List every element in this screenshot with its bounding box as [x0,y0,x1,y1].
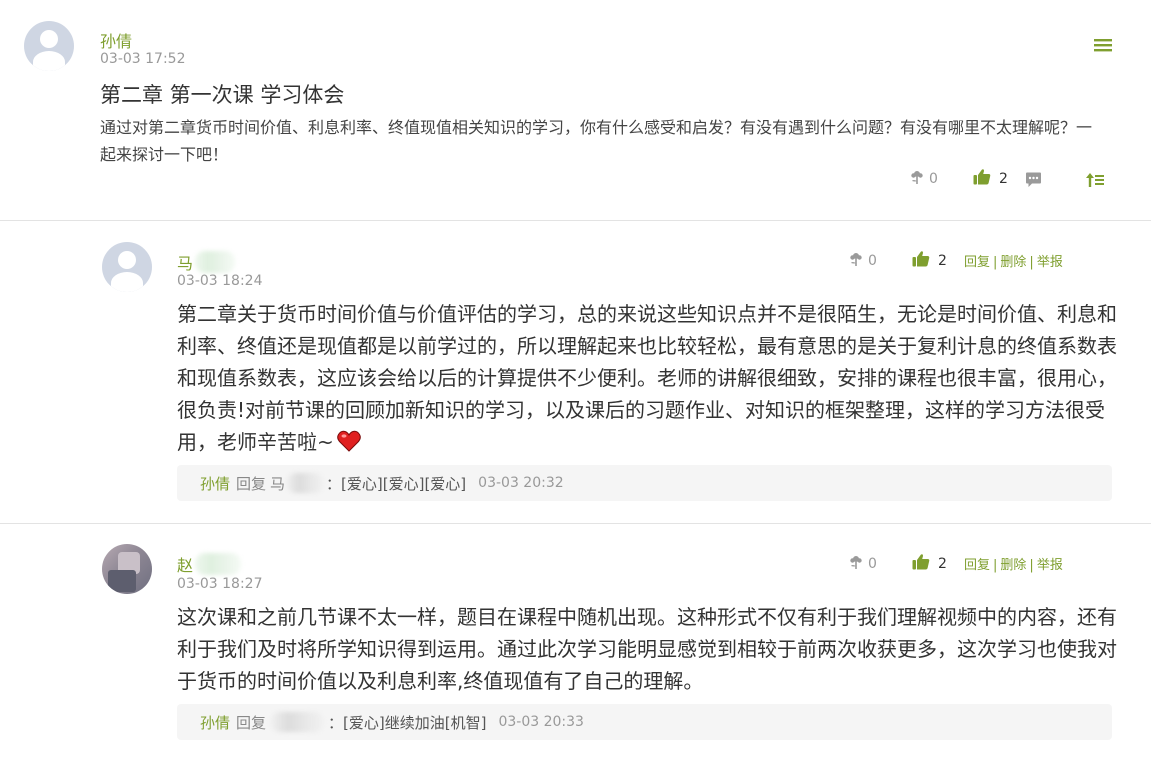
blurred-name [195,553,242,575]
post-title: 第二章 第一次课 学习体会 [100,83,345,107]
flower-icon [848,251,864,271]
post-timestamp: 03-03 17:52 [100,51,186,67]
comment-like-button[interactable]: 2 [912,553,947,574]
comment-timestamp: 03-03 18:24 [177,273,263,289]
delete-link[interactable]: 删除 [1000,558,1026,573]
reply-timestamp: 03-03 20:33 [498,714,584,730]
comment-icon[interactable] [1025,172,1042,192]
reply-link[interactable]: 回复 [964,558,990,573]
separator: | [993,558,998,573]
comment-author-avatar[interactable] [102,242,152,292]
flower-icon [848,554,864,574]
reply-author[interactable]: 孙倩 [200,473,230,494]
reply-target: 马 [270,474,286,493]
hamburger-menu-icon[interactable] [1094,37,1112,52]
comment-like-count: 2 [938,252,947,269]
post-content: 通过对第二章货币时间价值、利息利率、终值现值相关知识的学习，你有什么感受和启发？… [100,118,1093,164]
comment-actions: 回复 | 删除 | 举报 [964,251,1063,270]
comment-flower-button[interactable]: 0 [848,251,877,271]
reply-label: 回复 [236,474,267,493]
blurred-name [270,712,325,732]
separator: | [993,255,998,270]
comment-content: 这次课和之前几节课不太一样，题目在课程中随机出现。这种形式不仅有利于我们理解视频… [177,605,1117,693]
post-author-avatar[interactable] [24,21,74,71]
comment-author-name-visible: 马 [177,254,194,273]
comment-timestamp: 03-03 18:27 [177,576,263,592]
comment-like-button[interactable]: 2 [912,250,947,271]
thumbs-up-icon [912,553,930,574]
post-flower-count: 0 [929,171,938,187]
blurred-name [286,473,325,493]
post-flower-button[interactable]: 0 [909,169,938,189]
report-link[interactable]: 举报 [1037,558,1063,573]
comment-author-name[interactable]: 马 [177,250,236,274]
section-divider [0,220,1151,221]
report-link[interactable]: 举报 [1037,255,1063,270]
flower-icon [909,169,925,189]
post-author-name[interactable]: 孙倩 [100,28,132,52]
comment-content: 第二章关于货币时间价值与价值评估的学习，总的来说这些知识点并不是很陌生，无论是时… [177,298,1117,461]
heart-icon [336,429,361,461]
reply-text: ：[爱心]继续加油[机智] [328,713,487,732]
comment-flower-count: 0 [868,253,877,269]
reply-timestamp: 03-03 20:32 [478,475,564,491]
comment-author-name[interactable]: 赵 [177,552,242,576]
delete-link[interactable]: 删除 [1000,255,1026,270]
separator: | [1029,558,1034,573]
separator: | [1029,255,1034,270]
post-like-count: 2 [999,170,1008,187]
reply-text: ：[爱心][爱心][爱心] [326,474,467,493]
reply-author[interactable]: 孙倩 [200,712,230,733]
comment-author-name-visible: 赵 [177,556,194,575]
comment-like-count: 2 [938,555,947,572]
comment-actions: 回复 | 删除 | 举报 [964,554,1063,573]
blurred-name [195,251,236,273]
reply-link[interactable]: 回复 [964,255,990,270]
pin-top-icon[interactable] [1086,172,1104,192]
thumbs-up-icon [912,250,930,271]
comment-content-text: 第二章关于货币时间价值与价值评估的学习，总的来说这些知识点并不是很陌生，无论是时… [177,302,1117,454]
section-divider [0,523,1151,524]
thumbs-up-icon [973,168,991,189]
comment-author-avatar[interactable] [102,544,152,594]
post-like-button[interactable]: 2 [973,168,1008,189]
comment-flower-count: 0 [868,556,877,572]
reply-box: 孙倩 回复 ：[爱心]继续加油[机智] 03-03 20:33 [177,704,1112,740]
reply-box: 孙倩 回复 马 ：[爱心][爱心][爱心] 03-03 20:32 [177,465,1112,501]
reply-label: 回复 [236,713,267,732]
comment-flower-button[interactable]: 0 [848,554,877,574]
